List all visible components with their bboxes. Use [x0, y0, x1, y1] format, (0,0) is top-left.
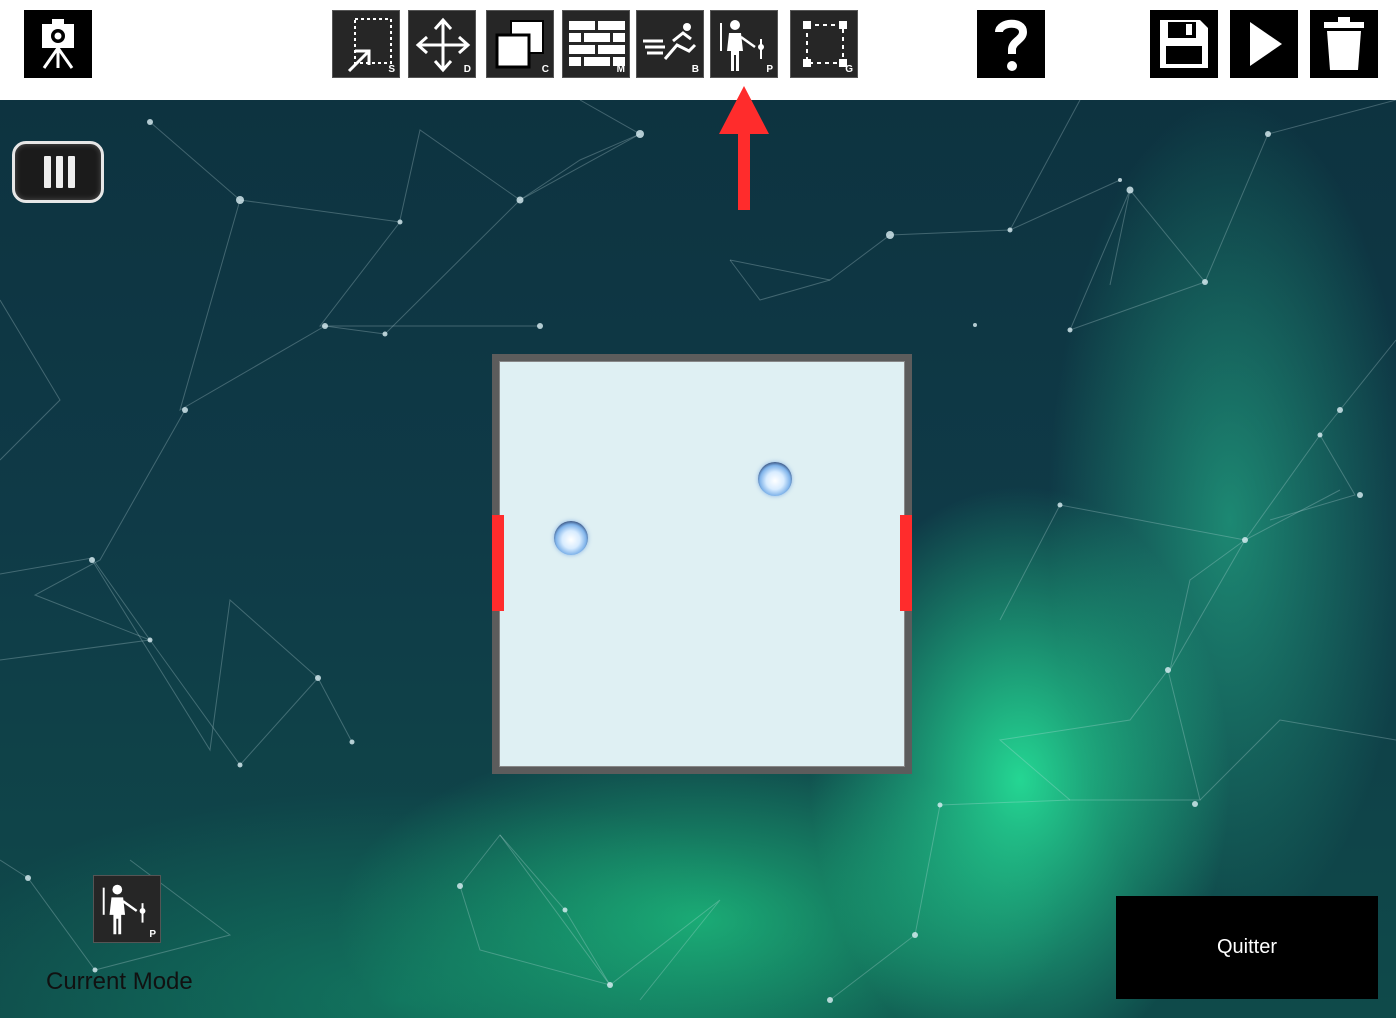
current-mode-letter: P: [149, 929, 156, 940]
select-tool-button[interactable]: S: [332, 10, 400, 78]
wall-tool-button[interactable]: M: [562, 10, 630, 78]
left-door[interactable]: [492, 515, 504, 611]
copy-tool-letter: C: [541, 64, 549, 75]
quit-button-label: Quitter: [1216, 936, 1278, 958]
save-floppy-icon: [1160, 20, 1208, 68]
behavior-tool-letter: B: [691, 64, 699, 75]
person-tool-button[interactable]: P: [710, 10, 778, 78]
group-tool-button[interactable]: G: [790, 10, 858, 78]
sidebar-toggle-button[interactable]: [12, 141, 104, 203]
group-tool-letter: G: [845, 64, 853, 75]
play-button[interactable]: [1230, 10, 1298, 78]
trash-icon: [1324, 17, 1364, 70]
current-mode-indicator: P: [93, 875, 161, 943]
delete-button[interactable]: [1310, 10, 1378, 78]
behavior-tool-button[interactable]: B: [636, 10, 704, 78]
copy-tool-button[interactable]: C: [486, 10, 554, 78]
room[interactable]: [492, 354, 912, 774]
camera-on-tripod-icon: [42, 19, 74, 69]
move-tool-letter: D: [463, 64, 471, 75]
select-tool-letter: S: [388, 64, 395, 75]
red-up-arrow-icon: [719, 86, 769, 210]
save-button[interactable]: [1150, 10, 1218, 78]
entity-orb[interactable]: [758, 462, 792, 496]
editor-canvas[interactable]: Quitter: [0, 100, 1396, 1018]
camera-tool-button[interactable]: [24, 10, 92, 78]
question-mark-icon: [995, 19, 1028, 71]
wall-tool-letter: M: [616, 64, 625, 75]
quit-button[interactable]: Quitter: [1116, 896, 1378, 999]
top-toolbar: S D C M B P G: [0, 0, 1396, 100]
move-tool-button[interactable]: D: [408, 10, 476, 78]
entity-orb[interactable]: [554, 521, 588, 555]
play-icon: [1250, 22, 1282, 66]
help-button[interactable]: [977, 10, 1045, 78]
person-tool-letter: P: [766, 64, 773, 75]
right-door[interactable]: [900, 515, 912, 611]
current-mode-label: Current Mode: [46, 968, 193, 995]
